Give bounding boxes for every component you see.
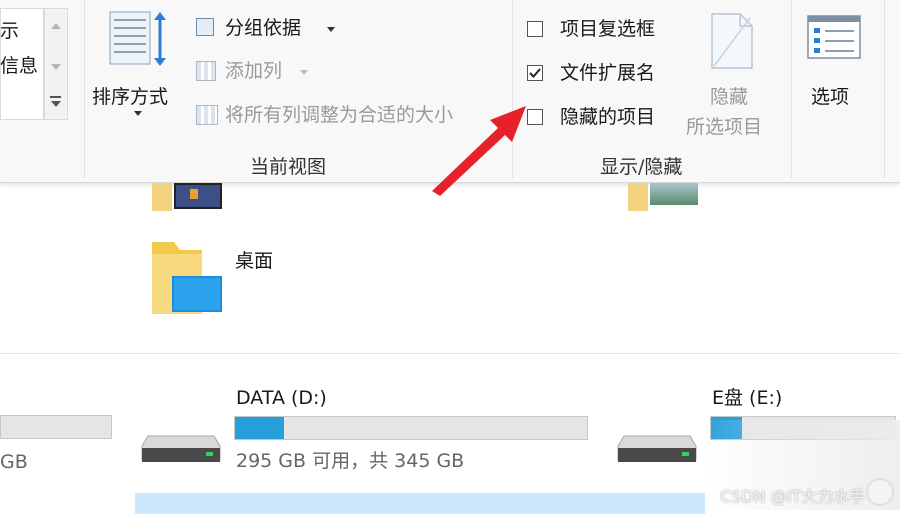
hidden-items-label: 隐藏的项目 <box>560 106 656 128</box>
columns-icon <box>196 61 216 81</box>
scroll-up-icon[interactable] <box>51 23 61 29</box>
drive-d-free-text: 295 GB 可用，共 345 GB <box>236 450 465 472</box>
selection-highlight <box>135 493 705 514</box>
hide-selected-line1: 隐藏 <box>710 86 749 108</box>
hard-drive-icon <box>617 435 697 462</box>
left-partial-line2: 信息 <box>0 55 39 77</box>
desktop-folder-icon <box>152 242 222 314</box>
file-extensions-label: 文件扩展名 <box>560 62 656 84</box>
size-all-columns-label: 将所有列调整为合适的大小 <box>225 104 454 126</box>
drive-usage-bar <box>0 415 112 439</box>
group-by-label: 分组依据 <box>225 17 302 39</box>
chevron-down-icon <box>134 111 142 116</box>
resize-columns-icon <box>196 105 218 125</box>
watermark-logo-icon <box>866 478 894 506</box>
file-extensions-option[interactable]: 文件扩展名 <box>525 60 685 86</box>
watermark-text: CSDN @IT大力水手 <box>720 487 866 506</box>
drive-d-usage-bar <box>234 416 588 440</box>
hard-drive-icon <box>141 435 221 462</box>
section-divider <box>0 353 900 354</box>
file-extensions-checkbox[interactable] <box>527 65 543 81</box>
item-checkboxes-option[interactable]: 项目复选框 <box>525 16 685 42</box>
left-partial-line1: 示 <box>0 20 20 42</box>
folder-name-desktop: 桌面 <box>235 250 274 272</box>
annotation-arrow <box>432 106 526 196</box>
sort-by-label: 排序方式 <box>92 86 169 108</box>
hidden-items-option[interactable]: 隐藏的项目 <box>525 104 685 130</box>
hide-page-icon <box>711 13 753 69</box>
current-view-group-label: 当前视图 <box>250 156 327 178</box>
options-button[interactable]: 选项 <box>800 8 870 108</box>
chevron-down-icon <box>300 70 308 75</box>
sort-by-button[interactable]: 排序方式 <box>90 8 185 116</box>
show-hide-group-label: 显示/隐藏 <box>600 156 683 178</box>
hide-selected-items-button[interactable]: 隐藏 所选项目 <box>684 8 782 138</box>
drive-item-c[interactable]: GB <box>0 412 115 473</box>
pictures-folder-icon[interactable] <box>628 183 698 213</box>
group-by-icon <box>196 18 214 36</box>
add-columns-label: 添加列 <box>225 60 283 82</box>
checkmark-icon <box>529 68 541 78</box>
more-icon[interactable] <box>50 96 61 98</box>
add-columns-button[interactable]: 添加列 <box>192 57 322 87</box>
folder-item-desktop[interactable]: 桌面 <box>150 236 350 320</box>
chevron-down-icon <box>327 27 335 32</box>
layout-scroll[interactable] <box>44 8 68 120</box>
drive-d-name: DATA (D:) <box>236 387 327 409</box>
drive-item-d[interactable]: DATA (D:) 295 GB 可用，共 345 GB <box>138 384 598 480</box>
group-by-button[interactable]: 分组依据 <box>192 14 342 44</box>
item-checkboxes-checkbox[interactable] <box>527 21 543 37</box>
video-folder-icon[interactable] <box>152 183 222 213</box>
scroll-down-icon[interactable] <box>51 64 61 70</box>
options-label: 选项 <box>811 86 850 108</box>
item-checkboxes-label: 项目复选框 <box>560 18 656 40</box>
sort-icon <box>109 11 166 66</box>
drive-c-free-text: GB <box>0 451 28 473</box>
drive-e-name: E盘 (E:) <box>712 387 783 409</box>
options-icon <box>807 15 861 59</box>
hide-selected-line2: 所选项目 <box>686 116 763 138</box>
drive-d-usage-fill <box>235 417 285 439</box>
